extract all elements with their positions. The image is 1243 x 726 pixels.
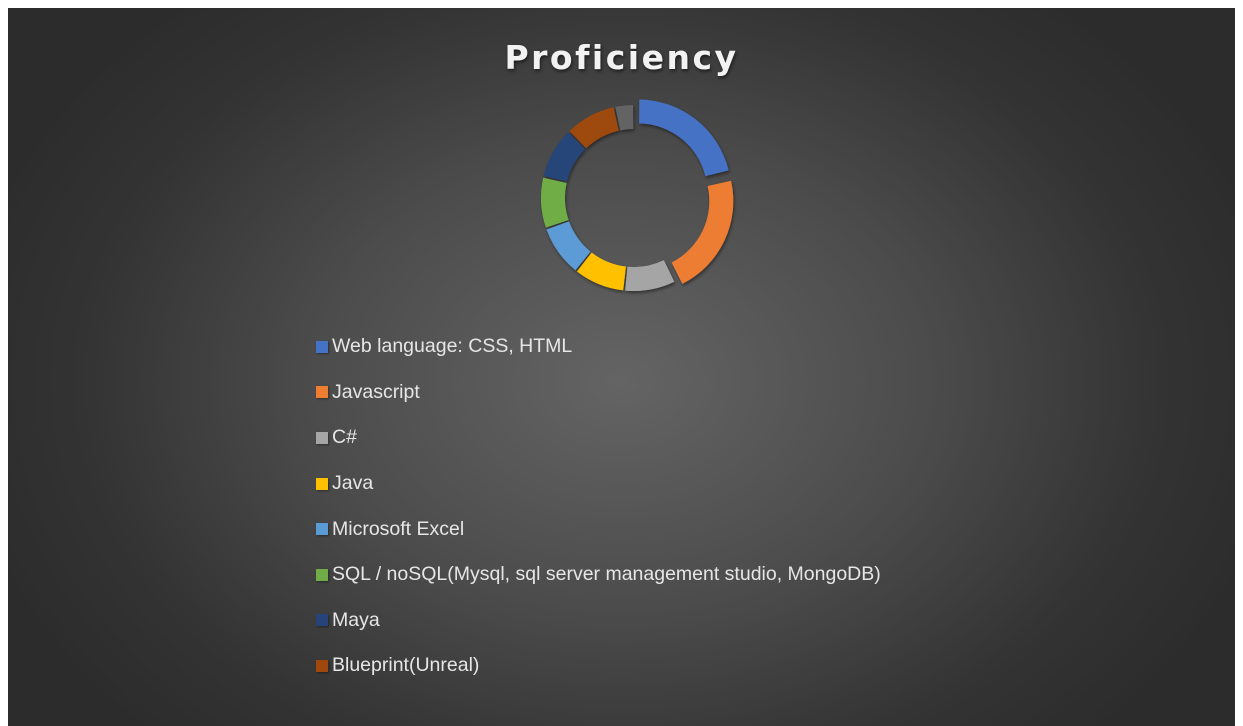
legend-label: Javascript [332,380,420,403]
legend-item: Blueprint(Unreal) [316,643,881,689]
legend-swatch [316,431,328,444]
legend-label: Microsoft Excel [332,517,465,540]
legend-label: Java [332,472,374,495]
legend-swatch [316,614,328,627]
legend-item: SQL / noSQL(Mysql, sql server management… [316,552,881,598]
legend-swatch [316,568,328,581]
legend-swatch [316,386,328,399]
legend-label: Maya [332,608,380,631]
legend-label: SQL / noSQL(Mysql, sql server management… [332,563,881,586]
legend-item: Maya [316,598,881,644]
legend-label: Web language: CSS, HTML [332,335,573,358]
donut-slice-1 [639,99,729,177]
chart-legend: Web language: CSS, HTML Javascript C# Java M… [316,324,881,689]
legend-label: C# [332,426,357,449]
legend-swatch [316,340,328,353]
chart-slide: Proficiency Web language: CSS, HTML Javas… [8,8,1235,726]
legend-item: Web language: CSS, HTML [316,324,881,370]
legend-swatch [316,659,328,672]
donut-slice-2 [671,180,734,284]
donut-slice-3 [625,260,675,291]
donut-slice-9 [615,105,634,131]
legend-item: Microsoft Excel [316,506,881,552]
legend-label: Blueprint(Unreal) [332,654,480,677]
legend-item: Java [316,461,881,507]
legend-swatch [316,523,328,536]
legend-item: C# [316,415,881,461]
donut-slice-6 [541,177,569,228]
legend-item: Javascript [316,370,881,416]
legend-swatch [316,477,328,490]
